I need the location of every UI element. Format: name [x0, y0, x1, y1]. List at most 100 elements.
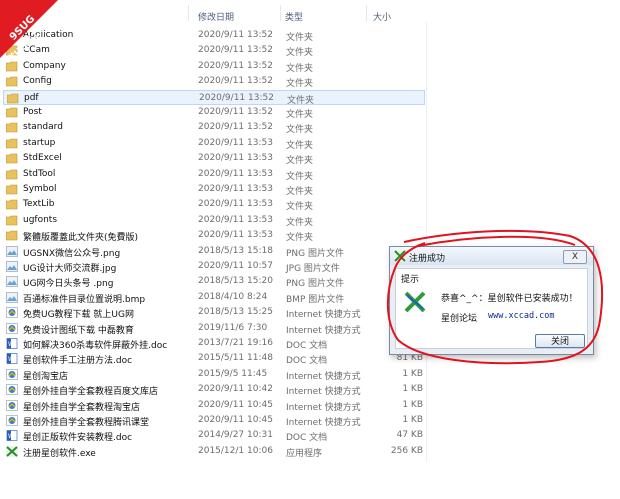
- file-row[interactable]: standard 2020/9/11 13:52 文件夹: [3, 120, 425, 135]
- shortcut-icon: [6, 399, 18, 411]
- file-type: 文件夹: [286, 217, 314, 228]
- file-type: 文件夹: [286, 140, 314, 151]
- dialog-body: 提示 恭喜^_^：星创软件已安装成功！ 星创论坛 www.xccad.com 关…: [395, 268, 588, 349]
- column-divider[interactable]: [188, 5, 189, 21]
- file-size: 1 KB: [402, 368, 423, 379]
- doc-icon: W: [6, 353, 18, 365]
- file-name: 注册星创软件.exe: [23, 448, 96, 459]
- watermark-logo: 9SUG 学UG就上UG网: [0, 0, 59, 65]
- file-name: 星创外挂自学全套教程淘宝店: [23, 402, 141, 413]
- column-date[interactable]: 修改日期: [198, 10, 234, 23]
- file-size: 1 KB: [402, 415, 423, 425]
- file-date: 2020/9/11 13:53: [198, 184, 273, 194]
- file-size: 1 KB: [402, 384, 423, 395]
- file-row[interactable]: StdExcel 2020/9/11 13:53 文件夹: [3, 151, 425, 166]
- column-size[interactable]: 大小: [373, 10, 391, 23]
- folder-icon: [5, 215, 18, 226]
- close-dialog-button[interactable]: 关闭: [535, 334, 585, 348]
- file-row[interactable]: startup 2020/9/11 13:53 文件夹: [3, 136, 425, 151]
- column-type[interactable]: 类型: [285, 10, 303, 23]
- file-type: 文件夹: [286, 48, 314, 59]
- folder-icon: [5, 153, 18, 164]
- file-type: Internet 快捷方式: [286, 387, 361, 398]
- folder-icon: [5, 169, 18, 180]
- file-name: 星创淘宝店: [23, 371, 69, 382]
- column-divider[interactable]: [280, 5, 281, 21]
- file-date: 2015/5/11 11:48: [198, 353, 273, 364]
- svg-text:W: W: [8, 433, 14, 440]
- file-row[interactable]: ugfonts 2020/9/11 13:53 文件夹: [3, 213, 425, 228]
- file-date: 2015/12/1 10:06: [198, 445, 273, 456]
- file-row[interactable]: W 星创正版软件安装教程.doc 2014/9/27 10:31 DOC 文档 47 K…: [3, 428, 425, 443]
- file-type: 文件夹: [286, 187, 314, 197]
- file-row[interactable]: W 星创软件手工注册方法.doc 2015/5/11 11:48 DOC 文档 81 K…: [3, 351, 425, 366]
- file-type: Internet 快捷方式: [286, 310, 361, 321]
- svg-text:W: W: [8, 341, 14, 348]
- file-row[interactable]: TextLib 2020/9/11 13:53 文件夹: [3, 197, 425, 212]
- file-type: 文件夹: [287, 95, 315, 106]
- file-name: UGSNX微信公众号.png: [23, 248, 121, 259]
- file-name: TextLib: [23, 199, 55, 210]
- column-divider[interactable]: [366, 5, 367, 21]
- file-type: PNG 图片文件: [286, 248, 344, 259]
- file-row[interactable]: 注册星创软件.exe 2015/12/1 10:06 应用程序 256 KB: [3, 444, 425, 459]
- file-row[interactable]: 繁體版覆蓋此文件夾(免費版) 2020/9/11 13:53 文件夹: [3, 228, 425, 243]
- file-type: DOC 文档: [286, 356, 328, 367]
- doc-icon: W: [6, 430, 18, 442]
- file-row[interactable]: 星创外挂自学全套教程淘宝店 2020/9/11 10:45 Internet 快捷方…: [3, 398, 425, 413]
- shortcut-icon: [6, 368, 18, 380]
- forum-url-link[interactable]: www.xccad.com: [488, 311, 555, 321]
- file-name: Symbol: [23, 184, 57, 194]
- file-type: Internet 快捷方式: [286, 371, 361, 382]
- dialog-subtitle: 提示: [401, 275, 420, 285]
- svg-text:W: W: [8, 356, 14, 363]
- file-name: standard: [23, 122, 63, 133]
- file-row[interactable]: Symbol 2020/9/11 13:53 文件夹: [3, 182, 425, 197]
- file-type: 文件夹: [286, 125, 314, 136]
- file-row[interactable]: 百通标准件目录位置说明.bmp2018/4/10 8:24BMP 图片文件2: [3, 290, 425, 305]
- image-icon: [6, 245, 18, 257]
- file-row[interactable]: UG设计大师交流群.jpg 2020/9/11 10:57 JPG 图片文件: [3, 259, 425, 274]
- file-row[interactable]: StdTool 2020/9/11 13:53 文件夹: [3, 167, 425, 182]
- file-name: 如何解决360杀毒软件屏蔽外挂.doc: [23, 341, 168, 351]
- file-type: 文件夹: [286, 202, 314, 213]
- close-button[interactable]: X: [563, 250, 587, 264]
- file-type: 文件夹: [286, 63, 314, 74]
- shortcut-icon: [6, 415, 18, 426]
- file-date: 2020/9/11 13:53: [198, 153, 273, 164]
- file-name: StdTool: [23, 168, 56, 179]
- file-name: ugfonts: [23, 214, 58, 225]
- file-row[interactable]: W 如何解决360杀毒软件屏蔽外挂.doc 2013/7/21 19:16 DOC 文…: [3, 336, 425, 351]
- file-type: 文件夹: [286, 233, 314, 244]
- file-row[interactable]: 星创淘宝店 2015/9/5 11:45 Internet 快捷方式 1 KB: [3, 367, 425, 382]
- file-row[interactable]: 星创外挂自学全套教程百度文库店 2020/9/11 10:42 Internet 快…: [3, 382, 425, 397]
- file-row[interactable]: Post 2020/9/11 13:52 文件夹: [3, 105, 425, 120]
- shortcut-icon: [6, 322, 18, 334]
- file-name: 百通标准件目录位置说明.bmp: [23, 294, 146, 305]
- file-date: 2020/9/11 13:53: [198, 168, 273, 179]
- file-row[interactable]: 免费设计图纸下载 中磊教育 2019/11/6 7:30 Internet 快捷方式: [3, 321, 425, 336]
- file-date: 2018/5/13 15:20: [198, 276, 273, 287]
- column-header: 修改日期 类型 大小: [0, 0, 620, 23]
- file-type: 文件夹: [286, 171, 314, 182]
- file-row[interactable]: UG网今日头条号 .png 2018/5/13 15:20 PNG 图片文件: [3, 274, 425, 289]
- file-type: DOC 文档: [286, 433, 328, 444]
- file-row[interactable]: UGSNX微信公众号.png 2018/5/13 15:18 PNG 图片文件: [3, 244, 425, 259]
- file-type: 文件夹: [286, 156, 314, 167]
- file-type: DOC 文档: [286, 341, 328, 351]
- file-row[interactable]: pdf 2020/9/11 13:52 文件夹: [3, 89, 425, 106]
- folder-icon: [6, 93, 19, 104]
- file-date: 2018/5/13 15:18: [198, 245, 273, 256]
- file-date: 2018/5/13 15:25: [198, 307, 273, 318]
- file-date: 2018/4/10 8:24: [198, 291, 268, 302]
- file-row[interactable]: 星创外挂自学全套教程腾讯课堂 2020/9/11 10:45 Internet 快捷…: [3, 413, 425, 428]
- file-name: 星创外挂自学全套教程腾讯课堂: [23, 418, 150, 428]
- file-date: 2019/11/6 7:30: [198, 322, 268, 333]
- file-date: 2020/9/11 13:52: [198, 60, 273, 71]
- file-row[interactable]: 免费UG教程下载 就上UG网 2018/5/13 15:25 Internet 快捷…: [3, 305, 425, 320]
- dialog-titlebar[interactable]: 注册成功 X: [390, 247, 593, 265]
- file-name: 免费设计图纸下载 中磊教育: [23, 325, 134, 336]
- file-date: 2020/9/11 13:53: [198, 214, 273, 225]
- file-date: 2014/9/27 10:31: [198, 430, 273, 441]
- file-name: 星创软件手工注册方法.doc: [23, 356, 133, 367]
